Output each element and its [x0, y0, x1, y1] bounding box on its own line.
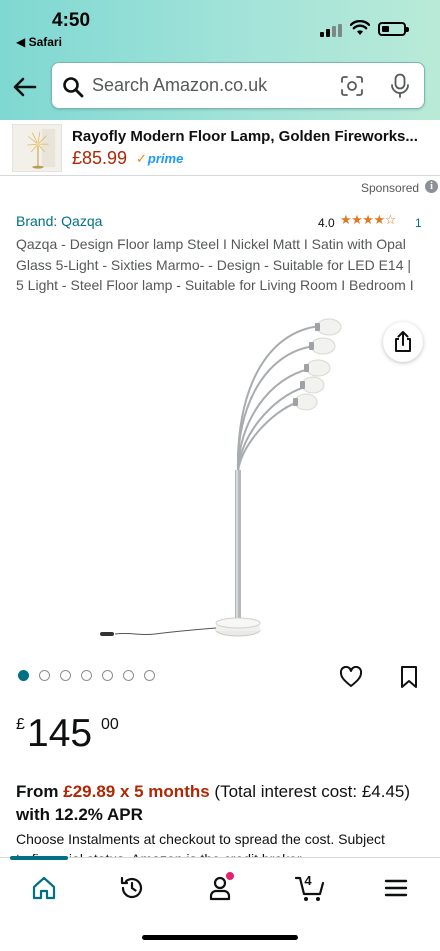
- menu-icon: [384, 879, 408, 897]
- microphone-icon[interactable]: [390, 73, 410, 99]
- carousel-dot[interactable]: [81, 670, 92, 681]
- cart-count: 4: [304, 873, 312, 888]
- notification-dot: [226, 872, 234, 880]
- inspire-icon: [120, 876, 143, 899]
- nav-cart[interactable]: 4: [288, 872, 328, 906]
- carousel-dot[interactable]: [144, 670, 155, 681]
- search-input[interactable]: [92, 63, 332, 108]
- header: 4:50 ◀ Safari: [0, 0, 440, 120]
- carousel-dot[interactable]: [123, 670, 134, 681]
- price-whole: 145: [27, 712, 93, 755]
- back-arrow-icon[interactable]: [12, 74, 38, 100]
- share-button[interactable]: [383, 322, 423, 362]
- instalment-note-continued: to financial status. Amazon is the credi…: [16, 849, 426, 857]
- home-icon: [32, 876, 56, 900]
- active-tab-indicator: [10, 856, 68, 860]
- ad-price: £85.99: [72, 148, 128, 168]
- carousel-dot[interactable]: [39, 670, 50, 681]
- nav-menu[interactable]: [376, 872, 416, 906]
- bookmark-icon[interactable]: [399, 665, 419, 689]
- search-icon: [63, 77, 84, 98]
- camera-scan-icon[interactable]: [340, 75, 364, 97]
- carousel-dot[interactable]: [102, 670, 113, 681]
- status-bar: 4:50 ◀ Safari: [0, 0, 440, 56]
- share-icon: [395, 331, 411, 352]
- finance-interest: (Total interest cost: £4.45): [209, 782, 411, 801]
- prime-label: prime: [147, 151, 184, 166]
- instalment-offer: From £29.89 x 5 months (Total interest c…: [16, 780, 426, 826]
- carousel-dot[interactable]: [18, 670, 29, 681]
- product-image[interactable]: [60, 312, 380, 654]
- sponsored-product-banner[interactable]: Rayofly Modern Floor Lamp, Golden Firewo…: [0, 120, 440, 176]
- heart-icon[interactable]: [339, 666, 363, 688]
- ad-product-thumbnail: [12, 124, 62, 172]
- carousel-dot[interactable]: [60, 670, 71, 681]
- search-row: [0, 60, 440, 116]
- status-time: 4:50: [52, 10, 91, 31]
- price-fraction: 00: [101, 716, 119, 733]
- search-box[interactable]: [51, 62, 425, 109]
- instalment-note: Choose Instalments at checkout to spread…: [16, 831, 385, 847]
- info-icon[interactable]: i: [425, 180, 438, 193]
- back-to-safari-link[interactable]: ◀ Safari: [16, 35, 62, 49]
- prime-check-icon: ✓: [136, 151, 147, 166]
- nav-home[interactable]: [24, 872, 64, 906]
- brand-link[interactable]: Brand: Qazqa: [16, 213, 102, 229]
- finance-amount: £29.89 x 5 months: [63, 782, 210, 801]
- home-indicator: [142, 935, 298, 940]
- nav-account[interactable]: [200, 872, 240, 906]
- finance-apr: with 12.2% APR: [16, 805, 143, 824]
- finance-prefix: From: [16, 782, 64, 801]
- nav-inspire[interactable]: [112, 872, 152, 906]
- star-rating-icon[interactable]: ★★★★☆: [340, 212, 396, 228]
- rating-value: 4.0: [318, 216, 335, 230]
- price-currency: £: [16, 716, 25, 733]
- product-title: Qazqa - Design Floor lamp Steel I Nickel…: [16, 236, 414, 293]
- wifi-icon: [350, 20, 370, 35]
- rating-count-link[interactable]: 1: [415, 216, 422, 230]
- sponsored-label: Sponsored: [361, 181, 420, 195]
- signal-icon: [320, 24, 342, 37]
- prime-badge: ✓prime: [136, 151, 183, 167]
- ad-title[interactable]: Rayofly Modern Floor Lamp, Golden Firewo…: [72, 128, 418, 145]
- battery-icon: [378, 22, 409, 36]
